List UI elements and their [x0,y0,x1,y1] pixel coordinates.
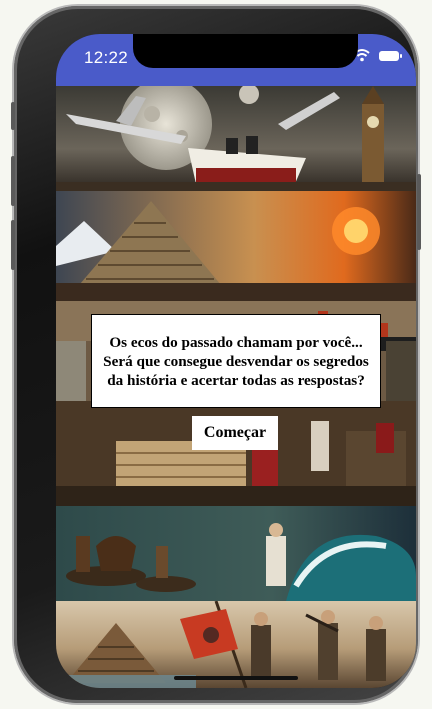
band-wave-boats [56,506,416,601]
phone-frame: Os ecos do passado chamam por você... Se… [11,6,421,703]
intro-message-box: Os ecos do passado chamam por você... Se… [91,314,381,408]
status-time: 12:22 [84,48,129,67]
battery-icon [379,51,402,61]
home-indicator[interactable] [174,676,298,680]
side-button [11,220,15,270]
band-soldiers-flag [56,601,416,688]
side-button [417,174,421,250]
screen: Os ecos do passado chamam por você... Se… [56,34,416,688]
start-button[interactable]: Começar [192,416,278,450]
side-button [11,102,15,130]
notch [133,34,358,68]
intro-message: Os ecos do passado chamam por você... Se… [103,333,369,389]
band-moon-ship [56,86,416,191]
band-pyramid [56,191,416,301]
side-button [11,156,15,206]
